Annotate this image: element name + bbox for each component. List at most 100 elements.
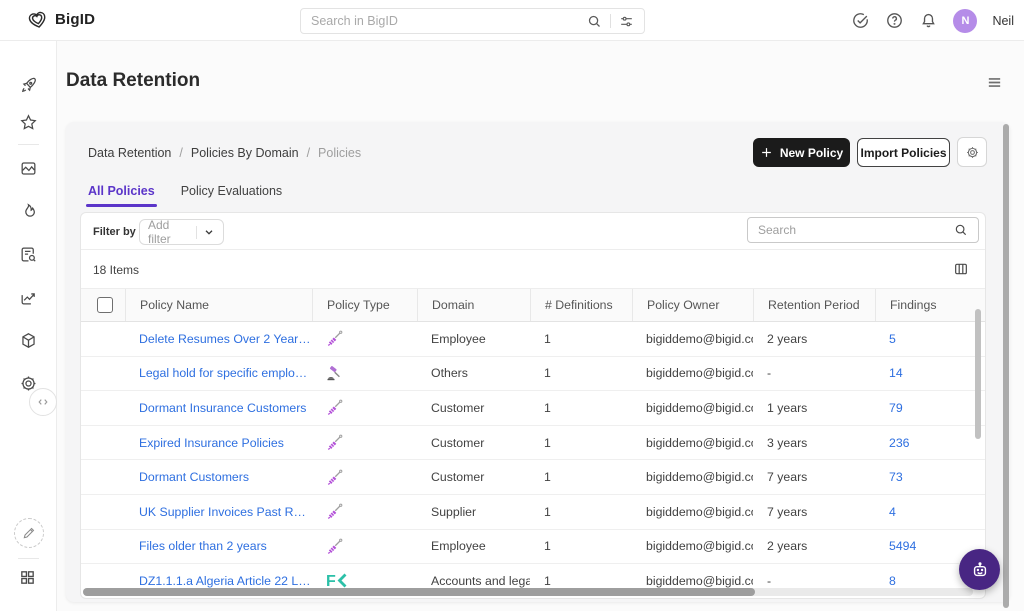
framework-fk-icon: F — [326, 572, 348, 589]
cube-icon[interactable] — [19, 331, 38, 350]
retention-period-cell: 3 years — [753, 426, 875, 460]
table-row[interactable]: Legal hold for specific employee Others … — [81, 357, 985, 392]
retention-period-cell: - — [753, 357, 875, 391]
deletion-broom-icon — [326, 538, 343, 555]
tab-policy-evaluations[interactable]: Policy Evaluations — [181, 184, 282, 207]
trend-chart-icon[interactable] — [19, 288, 38, 307]
findings-link[interactable]: 5 — [889, 332, 896, 346]
policy-owner-cell: bigiddemo@bigid.com — [632, 391, 753, 425]
assistant-robot-button[interactable] — [959, 549, 1000, 590]
legal-hold-gavel-icon — [326, 365, 343, 382]
user-avatar[interactable]: N — [953, 9, 977, 33]
global-search-input[interactable]: Search in BigID — [300, 8, 645, 34]
findings-link[interactable]: 5494 — [889, 539, 916, 553]
policy-name-link[interactable]: Dormant Insurance Customers — [139, 401, 306, 415]
column-chooser-icon[interactable] — [953, 261, 969, 277]
findings-link[interactable]: 14 — [889, 366, 903, 380]
policy-name-link[interactable]: Delete Resumes Over 2 Years Old — [139, 332, 312, 346]
top-bar: BigID Search in BigID N Neil — [0, 0, 1024, 41]
user-name[interactable]: Neil — [992, 14, 1014, 28]
findings-link[interactable]: 236 — [889, 436, 910, 450]
deletion-broom-icon — [326, 434, 343, 451]
policy-name-link[interactable]: Files older than 2 years — [139, 539, 267, 553]
definitions-cell: 1 — [530, 426, 632, 460]
policy-name-link[interactable]: DZ1.1.1.a Algeria Article 22 Law na 0... — [139, 574, 312, 588]
breadcrumb-policies-by-domain[interactable]: Policies By Domain — [191, 146, 299, 160]
domain-cell: Customer — [417, 426, 530, 460]
policy-type-cell — [312, 322, 417, 356]
tasks-check-icon[interactable] — [851, 11, 870, 30]
chevron-down-icon — [203, 226, 215, 238]
help-icon[interactable] — [885, 11, 904, 30]
table-row[interactable]: Dormant Customers Customer 1 bigiddemo@b… — [81, 460, 985, 495]
breadcrumb-data-retention[interactable]: Data Retention — [88, 146, 171, 160]
policy-name-link[interactable]: UK Supplier Invoices Past Retention — [139, 505, 312, 519]
bigid-logo[interactable]: BigID — [26, 8, 95, 31]
table-row[interactable]: Expired Insurance Policies Customer 1 bi… — [81, 426, 985, 461]
policy-owner-cell: bigiddemo@bigid.com — [632, 322, 753, 356]
column-definitions[interactable]: # Definitions — [530, 289, 632, 321]
apps-grid-icon[interactable] — [19, 569, 36, 586]
table-row[interactable]: Dormant Insurance Customers Customer 1 b… — [81, 391, 985, 426]
findings-link[interactable]: 4 — [889, 505, 896, 519]
page-vertical-scrollbar[interactable] — [1003, 124, 1009, 608]
table-row[interactable]: Delete Resumes Over 2 Years Old Employee… — [81, 322, 985, 357]
policy-name-link[interactable]: Legal hold for specific employee — [139, 366, 312, 380]
table-vertical-scrollbar[interactable] — [975, 309, 981, 439]
policy-owner-cell: bigiddemo@bigid.com — [632, 357, 753, 391]
policy-tabs: All Policies Policy Evaluations — [88, 184, 282, 207]
definitions-cell: 1 — [530, 495, 632, 529]
column-policy-owner[interactable]: Policy Owner — [632, 289, 753, 321]
policy-owner-cell: bigiddemo@bigid.com — [632, 495, 753, 529]
notifications-bell-icon[interactable] — [919, 11, 938, 30]
table-search-input[interactable]: Search — [747, 217, 979, 243]
table-row[interactable]: Files older than 2 years Employee 1 bigi… — [81, 530, 985, 565]
column-domain[interactable]: Domain — [417, 289, 530, 321]
sidebar-collapse-toggle[interactable] — [29, 388, 57, 416]
sidebar-divider — [18, 558, 39, 559]
pencil-icon[interactable] — [14, 518, 44, 548]
findings-link[interactable]: 8 — [889, 574, 896, 588]
findings-link[interactable]: 79 — [889, 401, 903, 415]
policy-name-link[interactable]: Dormant Customers — [139, 470, 249, 484]
table-row[interactable]: UK Supplier Invoices Past Retention Supp… — [81, 495, 985, 530]
rocket-icon[interactable] — [19, 76, 38, 95]
page-menu-icon[interactable] — [986, 74, 1003, 91]
search-icon[interactable] — [587, 14, 602, 29]
table-horizontal-scrollbar[interactable] — [83, 588, 755, 596]
breadcrumb: Data Retention / Policies By Domain / Po… — [88, 146, 361, 160]
column-policy-name[interactable]: Policy Name — [125, 289, 312, 321]
select-all-checkbox[interactable] — [97, 297, 113, 313]
retention-period-cell: 7 years — [753, 495, 875, 529]
definitions-cell: 1 — [530, 357, 632, 391]
findings-link[interactable]: 73 — [889, 470, 903, 484]
retention-period-cell: 1 years — [753, 391, 875, 425]
retention-period-cell: 7 years — [753, 460, 875, 494]
policies-panel: Filter by Add filter Search 18 Items Pol… — [80, 212, 986, 599]
add-filter-placeholder: Add filter — [148, 218, 194, 246]
definitions-cell: 1 — [530, 530, 632, 564]
image-icon[interactable] — [19, 159, 38, 178]
filter-by-label: Filter by — [93, 226, 136, 238]
column-findings[interactable]: Findings — [875, 289, 985, 321]
column-retention-period[interactable]: Retention Period — [753, 289, 875, 321]
tab-all-policies[interactable]: All Policies — [88, 184, 155, 207]
deletion-broom-icon — [326, 399, 343, 416]
retention-period-cell: 2 years — [753, 530, 875, 564]
star-icon[interactable] — [19, 113, 38, 132]
new-policy-button[interactable]: New Policy — [753, 138, 850, 167]
policy-name-link[interactable]: Expired Insurance Policies — [139, 436, 284, 450]
policy-owner-cell: bigiddemo@bigid.com — [632, 530, 753, 564]
add-filter-dropdown[interactable]: Add filter — [139, 219, 224, 245]
global-search-placeholder: Search in BigID — [311, 14, 587, 28]
import-policies-button[interactable]: Import Policies — [857, 138, 950, 167]
policy-owner-cell: bigiddemo@bigid.com — [632, 426, 753, 460]
advanced-search-sliders-icon[interactable] — [619, 14, 634, 29]
definitions-cell: 1 — [530, 460, 632, 494]
report-search-icon[interactable] — [19, 245, 38, 264]
column-policy-type[interactable]: Policy Type — [312, 289, 417, 321]
domain-cell: Customer — [417, 460, 530, 494]
flame-icon[interactable] — [19, 202, 38, 221]
table-settings-gear-button[interactable] — [957, 137, 987, 167]
items-row: 18 Items — [81, 250, 985, 289]
